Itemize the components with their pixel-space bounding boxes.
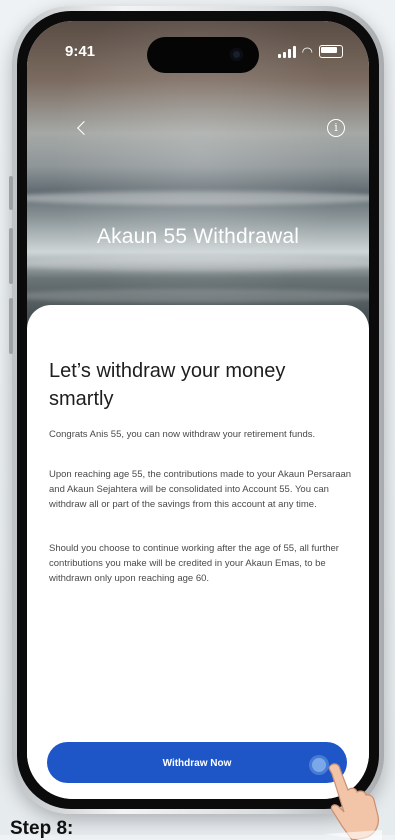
info-icon[interactable]: i (327, 119, 345, 137)
section-heading: Let’s withdraw your money smartly (49, 360, 286, 410)
paragraph-congrats: Congrats Anis 55, you can now withdraw y… (49, 429, 316, 440)
paragraph-consolidation: Upon reaching age 55, the contributions … (49, 469, 352, 510)
withdraw-now-button[interactable]: Withdraw Now (47, 742, 347, 783)
phone-bezel: 9:41 ◠ i Akaun 55 Withdrawal Let’s withd… (17, 11, 379, 809)
hand-pointer-icon (324, 763, 382, 840)
status-bar: 9:41 ◠ (27, 37, 369, 73)
volume-up-button (9, 228, 13, 284)
wifi-icon: ◠ (301, 43, 313, 59)
signal-icon (277, 45, 296, 58)
battery-icon (319, 45, 343, 58)
volume-down-button (9, 298, 13, 354)
phone-frame: 9:41 ◠ i Akaun 55 Withdrawal Let’s withd… (9, 6, 384, 814)
content-sheet: Let’s withdraw your money smartly Congra… (27, 305, 369, 799)
page-title: Akaun 55 Withdrawal (96, 225, 300, 248)
paragraph-continue-working: Should you choose to continue working af… (49, 543, 339, 584)
step-caption: Step 8: (10, 818, 74, 839)
dynamic-island (147, 37, 259, 73)
app-screen: 9:41 ◠ i Akaun 55 Withdrawal Let’s withd… (27, 21, 369, 799)
status-time: 9:41 (65, 43, 96, 60)
side-button (9, 176, 13, 210)
